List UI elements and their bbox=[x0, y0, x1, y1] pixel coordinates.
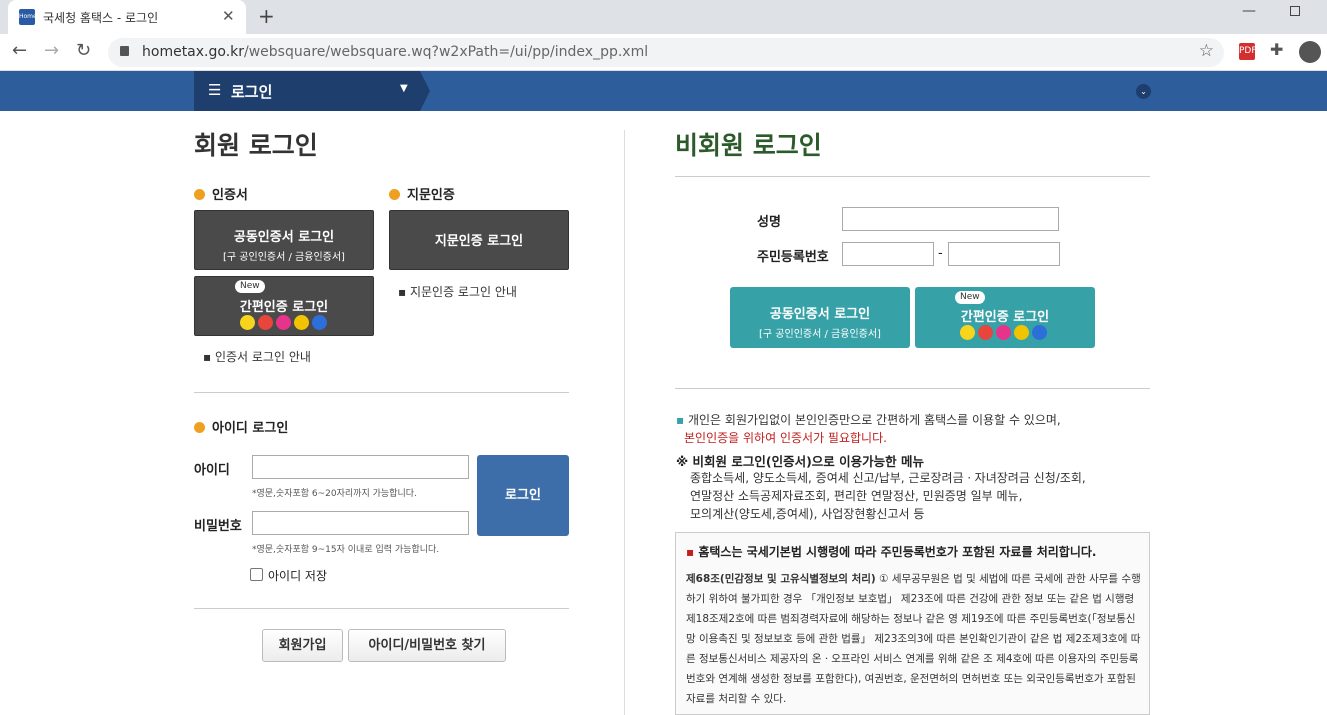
rrn-front-input[interactable] bbox=[842, 242, 934, 266]
pass-icon bbox=[276, 315, 291, 330]
url-box[interactable]: hometax.go.kr/websquare/websquare.wq?w2x… bbox=[108, 38, 1224, 67]
privacy-notice-box: ▪ 홈택스는 국세기본법 시행령에 따라 주민등록번호가 포함된 자료를 처리합… bbox=[675, 532, 1150, 715]
bullet-icon bbox=[389, 189, 400, 200]
pdf-extension-icon[interactable]: PDF bbox=[1239, 43, 1257, 60]
fingerprint-guide-link[interactable]: ▪ 지문인증 로그인 안내 bbox=[398, 283, 517, 300]
auth-provider-icons bbox=[960, 325, 1050, 344]
cert-guide-link[interactable]: ▪ 인증서 로그인 안내 bbox=[203, 348, 311, 365]
joint-cert-login-button[interactable]: 공동인증서 로그인 [구 공인인증서 / 금융인증서] bbox=[194, 210, 374, 270]
guest-menu-line: 연말정산 소득공제자료조회, 편리한 연말정산, 민원증명 일부 메뉴, bbox=[690, 489, 1023, 503]
extensions-puzzle-icon[interactable]: ✚ bbox=[1270, 40, 1283, 59]
divider bbox=[675, 388, 1150, 389]
save-id-label: 아이디 저장 bbox=[268, 569, 328, 583]
save-id-checkbox[interactable] bbox=[250, 568, 263, 581]
privacy-notice-title: ▪ 홈택스는 국세기본법 시행령에 따라 주민등록번호가 포함된 자료를 처리합… bbox=[686, 545, 1097, 559]
new-badge: New bbox=[955, 291, 985, 304]
cert-section-title: 인증서 bbox=[194, 184, 248, 203]
id-label: 아이디 bbox=[194, 463, 230, 478]
password-hint: *영문,숫자포함 9~15자 이내로 입력 가능합니다. bbox=[252, 545, 440, 555]
site-navbar: ☰ 로그인 ▼ ⌄ bbox=[0, 71, 1327, 111]
nav-menu-button[interactable]: ☰ 로그인 ▼ bbox=[194, 71, 430, 111]
password-label: 비밀번호 bbox=[194, 519, 242, 534]
kakao-icon bbox=[240, 315, 255, 330]
guest-menu-heading: ※ 비회원 로그인(인증서)으로 이용가능한 메뉴 bbox=[676, 454, 924, 469]
guest-menu-line: 종합소득세, 양도소득세, 증여세 신고/납부, 근로장려금ㆍ자녀장려금 신청/… bbox=[690, 471, 1086, 485]
tab-title: 국세청 홈택스 - 로그인 bbox=[43, 11, 159, 25]
profile-avatar-icon[interactable] bbox=[1299, 41, 1321, 63]
id-section-title: 아이디 로그인 bbox=[194, 417, 288, 436]
guest-cert-sublabel: [구 공인인증서 / 금융인증서] bbox=[759, 329, 881, 340]
samsung-pass-icon bbox=[1032, 325, 1047, 340]
fingerprint-label: 지문인증 로그인 bbox=[434, 234, 524, 249]
simple-auth-login-button[interactable]: New 간편인증 로그인 bbox=[194, 276, 374, 336]
password-input[interactable] bbox=[252, 511, 469, 535]
join-button[interactable]: 회원가입 bbox=[262, 629, 343, 662]
rrn-back-input[interactable] bbox=[948, 242, 1060, 266]
id-login-button[interactable]: 로그인 bbox=[477, 455, 569, 536]
kakao-icon bbox=[960, 325, 975, 340]
bookmark-star-icon[interactable]: ☆ bbox=[1199, 41, 1214, 61]
hometax-favicon-icon: Hometax bbox=[19, 9, 46, 25]
new-tab-icon[interactable]: + bbox=[258, 4, 275, 28]
kb-icon bbox=[294, 315, 309, 330]
kb-icon bbox=[1014, 325, 1029, 340]
guest-simple-auth-button[interactable]: New 간편인증 로그인 bbox=[915, 287, 1095, 348]
back-icon[interactable]: ← bbox=[12, 40, 27, 61]
find-id-password-button[interactable]: 아이디/비밀번호 찾기 bbox=[348, 629, 506, 662]
bullet-icon bbox=[194, 422, 205, 433]
joint-cert-sublabel: [구 공인인증서 / 금융인증서] bbox=[223, 252, 345, 263]
guest-menu-line: 모의계산(양도세,증여세), 사업장현황신고서 등 bbox=[690, 507, 925, 521]
browser-tab-bar: Hometax 국세청 홈택스 - 로그인 ✕ + — bbox=[0, 0, 1327, 34]
forward-icon[interactable]: → bbox=[44, 40, 59, 61]
guest-joint-cert-button[interactable]: 공동인증서 로그인 [구 공인인증서 / 금융인증서] bbox=[730, 287, 910, 348]
pass-icon bbox=[996, 325, 1011, 340]
fingerprint-section-title: 지문인증 bbox=[389, 184, 455, 203]
hamburger-icon: ☰ bbox=[208, 81, 222, 99]
samsung-pass-icon bbox=[312, 315, 327, 330]
guest-info-line: ▪ 개인은 회원가입없이 본인인증만으로 간편하게 홈택스를 이용할 수 있으며… bbox=[676, 413, 1061, 427]
guest-cert-label: 공동인증서 로그인 bbox=[769, 307, 871, 322]
chevron-down-circle-icon[interactable]: ⌄ bbox=[1136, 84, 1151, 99]
payco-icon bbox=[258, 315, 273, 330]
simple-auth-label: 간편인증 로그인 bbox=[239, 300, 329, 315]
url-text: hometax.go.kr/websquare/websquare.wq?w2x… bbox=[142, 44, 649, 60]
caret-down-icon: ▼ bbox=[400, 83, 408, 94]
payco-icon bbox=[978, 325, 993, 340]
name-label: 성명 bbox=[757, 215, 781, 230]
rrn-label: 주민등록번호 bbox=[757, 250, 829, 265]
browser-tab[interactable]: Hometax 국세청 홈택스 - 로그인 ✕ bbox=[8, 0, 246, 34]
address-bar: ← → ↻ hometax.go.kr/websquare/websquare.… bbox=[0, 34, 1327, 71]
guest-info-required: 본인인증을 위하여 인증서가 필요합니다. bbox=[684, 431, 887, 445]
joint-cert-label: 공동인증서 로그인 bbox=[233, 230, 335, 245]
divider bbox=[194, 608, 569, 609]
minimize-icon[interactable]: — bbox=[1242, 3, 1256, 19]
id-input[interactable] bbox=[252, 455, 469, 479]
rrn-dash: - bbox=[938, 246, 943, 261]
fingerprint-login-button[interactable]: 지문인증 로그인 bbox=[389, 210, 569, 270]
member-login-title: 회원 로그인 bbox=[194, 131, 318, 160]
close-tab-icon[interactable]: ✕ bbox=[222, 7, 235, 25]
vertical-divider bbox=[624, 130, 625, 715]
new-badge: New bbox=[235, 280, 265, 293]
nav-menu-title: 로그인 bbox=[231, 83, 273, 101]
id-hint: *영문,숫자포함 6~20자리까지 가능합니다. bbox=[252, 489, 417, 499]
guest-simple-label: 간편인증 로그인 bbox=[960, 310, 1050, 325]
bullet-icon bbox=[194, 189, 205, 200]
name-input[interactable] bbox=[842, 207, 1059, 231]
privacy-notice-body: 제68조(민감정보 및 고유식별정보의 처리) ① 세무공무원은 법 및 세법에… bbox=[686, 573, 1141, 705]
restore-icon[interactable] bbox=[1290, 6, 1300, 16]
reload-icon[interactable]: ↻ bbox=[76, 40, 91, 61]
divider bbox=[675, 176, 1150, 177]
lock-icon bbox=[120, 46, 129, 56]
divider bbox=[194, 392, 569, 393]
auth-provider-icons bbox=[240, 315, 330, 334]
guest-login-title: 비회원 로그인 bbox=[675, 131, 822, 160]
